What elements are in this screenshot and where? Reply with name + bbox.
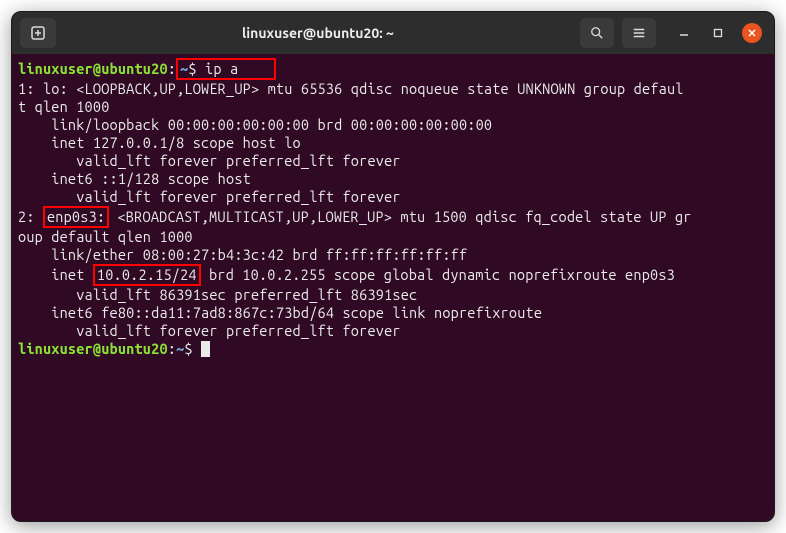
new-tab-icon [30, 25, 46, 41]
output-line: inet 127.0.0.1/8 scope host lo [18, 134, 768, 152]
prompt-user: linuxuser@ubuntu20 [18, 340, 168, 357]
cursor [201, 341, 210, 357]
output-line: t qlen 1000 [18, 98, 768, 116]
prompt-user: linuxuser@ubuntu20 [18, 60, 168, 77]
output-text: <BROADCAST,MULTICAST,UP,LOWER_UP> mtu 15… [109, 208, 691, 225]
interface-highlight: enp0s3: [43, 206, 109, 228]
output-line: 1: lo: <LOOPBACK,UP,LOWER_UP> mtu 65536 … [18, 80, 768, 98]
output-text: brd 10.0.2.255 scope global dynamic nopr… [201, 266, 675, 283]
prompt-dollar: $ [184, 340, 201, 357]
output-line: link/loopback 00:00:00:00:00:00 brd 00:0… [18, 116, 768, 134]
output-text: inet [18, 266, 93, 283]
window-controls [674, 23, 762, 43]
output-line: inet6 fe80::da11:7ad8:867c:73bd/64 scope… [18, 304, 768, 322]
output-line: inet 10.0.2.15/24 brd 10.0.2.255 scope g… [18, 264, 768, 286]
terminal-body[interactable]: linuxuser@ubuntu20:~$ ip a 1: lo: <LOOPB… [12, 54, 774, 362]
prompt-line-1: linuxuser@ubuntu20:~$ ip a [18, 58, 768, 80]
output-line: valid_lft forever preferred_lft forever [18, 152, 768, 170]
output-text: 2: [18, 208, 43, 225]
command-highlight: ~$ ip a [176, 58, 276, 80]
minimize-icon [679, 28, 689, 38]
search-icon [590, 26, 604, 40]
output-line: inet6 ::1/128 scope host [18, 170, 768, 188]
new-tab-button[interactable] [20, 18, 56, 48]
maximize-icon [713, 28, 723, 38]
output-line: oup default qlen 1000 [18, 228, 768, 246]
command-text: $ ip a [188, 60, 238, 77]
output-line: 2: enp0s3: <BROADCAST,MULTICAST,UP,LOWER… [18, 206, 768, 228]
prompt-line-2: linuxuser@ubuntu20:~$ [18, 340, 768, 358]
menu-button[interactable] [622, 18, 656, 48]
close-icon [747, 28, 757, 38]
hamburger-icon [632, 26, 646, 40]
maximize-button[interactable] [708, 23, 728, 43]
close-button[interactable] [742, 23, 762, 43]
output-line: valid_lft 86391sec preferred_lft 86391se… [18, 286, 768, 304]
window-title: linuxuser@ubuntu20: ~ [64, 25, 572, 41]
search-button[interactable] [580, 18, 614, 48]
minimize-button[interactable] [674, 23, 694, 43]
titlebar: linuxuser@ubuntu20: ~ [12, 12, 774, 54]
terminal-window: linuxuser@ubuntu20: ~ [11, 11, 775, 522]
output-line: valid_lft forever preferred_lft forever [18, 188, 768, 206]
output-line: valid_lft forever preferred_lft forever [18, 322, 768, 340]
ip-highlight: 10.0.2.15/24 [93, 264, 201, 286]
output-line: link/ether 08:00:27:b4:3c:42 brd ff:ff:f… [18, 246, 768, 264]
